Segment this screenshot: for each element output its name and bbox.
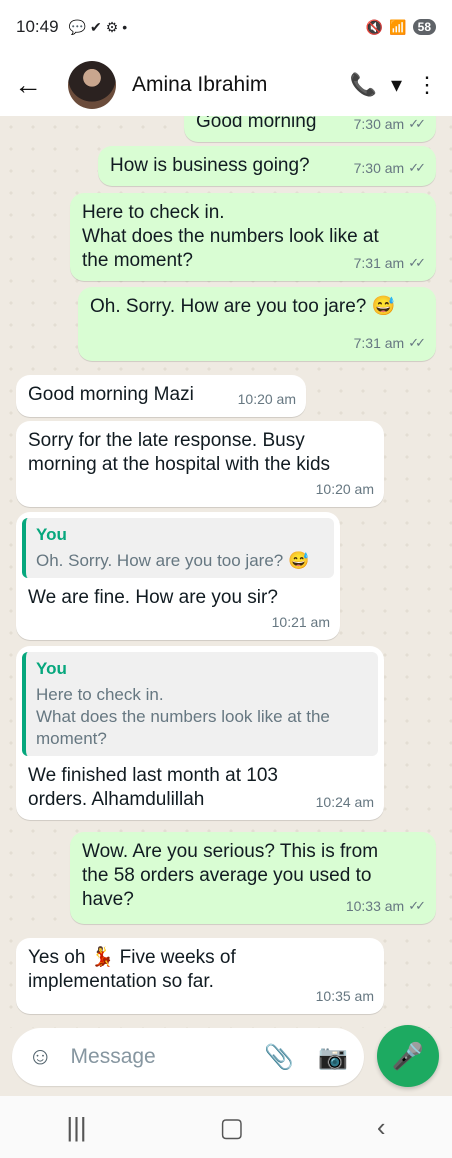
home-icon[interactable]: ▢ [220, 1112, 245, 1143]
double-check-icon: ✓✓ [408, 116, 426, 131]
mic-button[interactable]: 🎤 [377, 1025, 439, 1087]
notification-icons: 💬 ✔ ⚙ • [69, 19, 128, 36]
recents-icon[interactable]: ||| [66, 1112, 86, 1143]
message-meta: 10:20 am [316, 477, 374, 501]
avatar[interactable] [68, 61, 116, 109]
message-time: 7:31 am [353, 255, 405, 271]
message-input-bar: ☺ 📎 📷 [12, 1028, 364, 1086]
message-meta: 10:24 am [316, 790, 374, 814]
message-time: 10:20 am [237, 391, 296, 407]
settings-icon: ⚙ [105, 18, 119, 35]
message-text: Here to check in. What does the numbers … [82, 202, 379, 271]
message-text: We finished last month at 103 orders. Al… [28, 765, 278, 810]
status-bar: 10:49 💬 ✔ ⚙ • 🔇 📶 58 [0, 0, 452, 54]
message-text: Yes oh 💃 Five weeks of implementation so… [28, 947, 236, 992]
mute-icon: 🔇 [365, 18, 384, 35]
microphone-icon: 🎤 [391, 1040, 425, 1071]
battery-icon: 58 [412, 19, 436, 35]
message-meta: 10:33 am ✓✓ [346, 894, 426, 918]
message-meta: 10:20 am [238, 387, 296, 411]
status-time: 10:49 [16, 17, 59, 36]
double-check-icon: ✓✓ [408, 335, 426, 350]
sticker-icon[interactable]: ☺ [28, 1043, 53, 1071]
message-meta: 10:21 am [272, 610, 330, 634]
message-time: 10:24 am [315, 794, 374, 810]
message-meta: 7:30 am ✓✓ [354, 156, 426, 180]
message-time: 10:20 am [315, 481, 374, 497]
chat-notification-icon: 💬 [68, 18, 86, 35]
message-meta: 10:35 am [316, 984, 374, 1008]
quote-text: Oh. Sorry. How are you too jare? 😅 [36, 551, 310, 570]
message-outgoing[interactable]: Here to check in. What does the numbers … [70, 193, 436, 281]
message-meta: 7:31 am ✓✓ [354, 331, 426, 355]
check-circle-icon: ✔ [89, 18, 102, 35]
message-text: Sorry for the late response. Busy mornin… [28, 430, 331, 475]
message-time: 7:30 am [353, 116, 405, 132]
system-nav-bar: ||| ▢ ‹ [0, 1096, 452, 1158]
camera-icon[interactable]: 📷 [318, 1043, 348, 1072]
message-text: Good morning [196, 116, 317, 132]
message-time: 10:21 am [271, 614, 330, 630]
double-check-icon: ✓✓ [408, 255, 426, 270]
wifi-icon: 📶 [389, 18, 407, 35]
message-meta: 7:31 am ✓✓ [354, 251, 426, 275]
message-input[interactable] [70, 1045, 241, 1069]
phone-call-icon[interactable]: 📞 [350, 72, 377, 98]
header-actions: 📞 ▾ ⋮ [350, 72, 438, 98]
back-arrow-icon[interactable]: ← [14, 69, 50, 101]
message-time: 7:30 am [353, 160, 405, 176]
message-text: Wow. Are you serious? This is from the 5… [82, 841, 379, 910]
message-incoming[interactable]: Good morning Mazi 10:20 am [16, 375, 306, 417]
quote-text: Here to check in. What does the numbers … [36, 685, 330, 748]
nav-back-icon[interactable]: ‹ [377, 1112, 386, 1143]
message-text: We are fine. How are you sir? [28, 587, 278, 608]
message-meta: 7:30 am ✓✓ [354, 116, 426, 136]
message-text: Good morning Mazi [28, 384, 194, 405]
quoted-message[interactable]: You Here to check in. What does the numb… [22, 652, 378, 756]
message-outgoing[interactable]: Good morning 7:30 am ✓✓ [184, 116, 436, 142]
quote-author: You [36, 525, 67, 544]
message-incoming[interactable]: Yes oh 💃 Five weeks of implementation so… [16, 938, 384, 1014]
chevron-down-icon[interactable]: ▾ [391, 72, 402, 98]
quoted-message[interactable]: You Oh. Sorry. How are you too jare? 😅 [22, 518, 334, 578]
message-incoming-reply[interactable]: You Oh. Sorry. How are you too jare? 😅 W… [16, 512, 340, 640]
quote-author: You [36, 659, 67, 678]
message-incoming-reply[interactable]: You Here to check in. What does the numb… [16, 646, 384, 820]
message-time: 10:33 am [345, 898, 405, 914]
message-time: 7:31 am [353, 335, 405, 351]
message-time: 10:35 am [315, 988, 374, 1004]
message-text: How is business going? [110, 155, 310, 176]
contact-name[interactable]: Amina Ibrahim [132, 73, 267, 97]
message-incoming[interactable]: Sorry for the late response. Busy mornin… [16, 421, 384, 507]
message-outgoing[interactable]: Wow. Are you serious? This is from the 5… [70, 832, 436, 924]
chat-messages[interactable]: Good morning 7:30 am ✓✓ How is business g… [0, 116, 452, 1028]
double-check-icon: ✓✓ [408, 898, 426, 913]
double-check-icon: ✓✓ [408, 160, 426, 175]
more-options-icon[interactable]: ⋮ [416, 72, 438, 98]
system-icons: 🔇 📶 58 [366, 19, 436, 36]
dot-indicator: • [122, 19, 128, 35]
message-text: Oh. Sorry. How are you too jare? 😅 [90, 296, 396, 317]
message-outgoing[interactable]: How is business going? 7:30 am ✓✓ [98, 146, 436, 186]
message-outgoing[interactable]: Oh. Sorry. How are you too jare? 😅 7:31 … [78, 287, 436, 361]
attach-icon[interactable]: 📎 [264, 1043, 294, 1072]
chat-header: ← Amina Ibrahim 📞 ▾ ⋮ [0, 54, 452, 116]
